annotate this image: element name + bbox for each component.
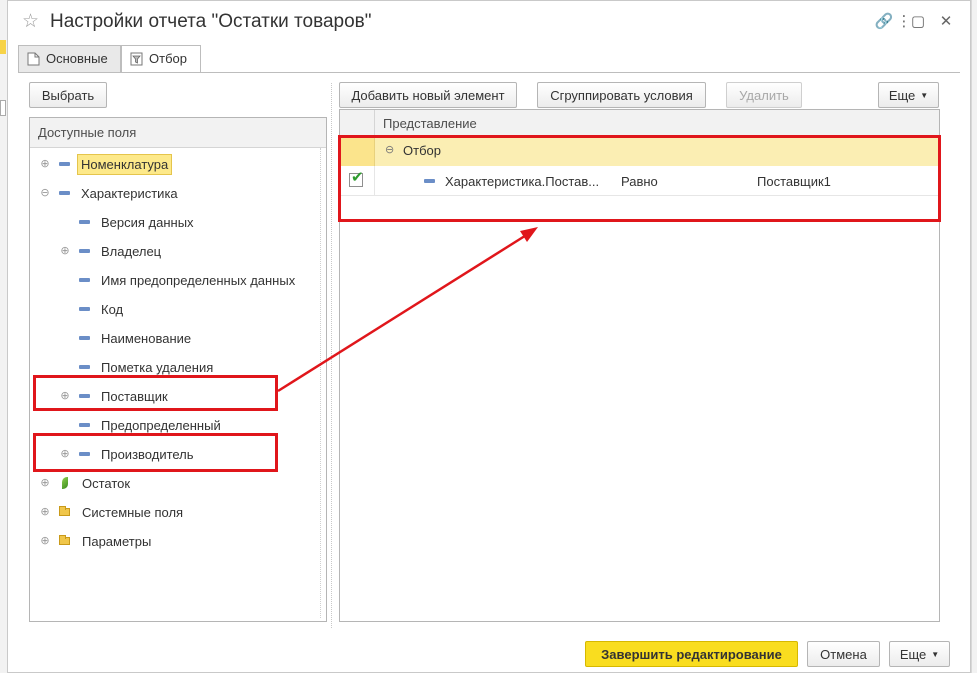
available-fields-panel: Доступные поля ⊕ Номенклатура ⊖ Характерист… [29, 117, 327, 622]
field-icon [79, 423, 90, 427]
expand-icon[interactable]: ⊕ [60, 246, 70, 257]
tree-item-label: Остаток [82, 475, 131, 491]
collapse-icon[interactable]: ⊖ [40, 188, 50, 199]
available-fields-header: Доступные поля [30, 118, 326, 148]
add-new-element-button[interactable]: Добавить новый элемент [339, 82, 517, 108]
dropdown-arrow-icon: ▼ [931, 649, 940, 659]
tree-item[interactable]: Имя предопределенных данных [60, 269, 295, 291]
dropdown-arrow-icon: ▼ [920, 90, 929, 100]
tree-item[interactable]: ⊕ Параметры [40, 530, 151, 552]
field-icon [79, 220, 90, 224]
footer-more-label: Еще [899, 646, 927, 662]
tree-item-label: Предопределенный [101, 417, 221, 433]
tree-item[interactable]: Наименование [60, 327, 191, 349]
tab-filter-label: Отбор [149, 51, 187, 66]
more-button-label: Еще [888, 87, 916, 103]
field-icon [79, 365, 90, 369]
tree-item-label: Номенклатура [77, 153, 173, 175]
tree-item[interactable]: Версия данных [60, 211, 194, 233]
scrollbar[interactable] [320, 148, 326, 618]
favorite-star-icon[interactable]: ☆ [22, 10, 39, 33]
tree-item-label: Версия данных [101, 214, 194, 230]
finish-editing-button[interactable]: Завершить редактирование [585, 641, 798, 667]
annotation-box-manufacturer [33, 433, 278, 472]
cancel-button[interactable]: Отмена [807, 641, 880, 667]
tab-main-label: Основные [46, 51, 108, 66]
folder-icon [59, 535, 70, 545]
link-icon[interactable]: 🔗 [874, 12, 894, 30]
tree-item[interactable]: ⊕ Номенклатура [40, 153, 173, 175]
tree-item-label: Параметры [82, 533, 152, 549]
field-icon [59, 191, 70, 195]
report-settings-window: ☆ Настройки отчета "Остатки товаров" 🔗 ⋮… [7, 0, 971, 673]
document-icon [27, 52, 40, 66]
tree-item[interactable]: ⊕ Владелец [60, 240, 161, 262]
window-title: Настройки отчета "Остатки товаров" [50, 11, 372, 32]
tree-item[interactable]: Код [60, 298, 123, 320]
tree-item-label: Имя предопределенных данных [101, 272, 296, 288]
tab-filter[interactable]: Отбор [121, 45, 201, 73]
resource-icon [62, 477, 68, 489]
expand-icon[interactable]: ⊕ [40, 507, 50, 518]
expand-icon[interactable]: ⊕ [40, 536, 50, 547]
field-icon [79, 336, 90, 340]
filter-grid-header: Представление [340, 110, 939, 136]
filter-icon [130, 52, 143, 66]
background-app-edge-right [971, 0, 977, 673]
annotation-box-supplier [33, 375, 278, 411]
field-icon [79, 249, 90, 253]
annotation-box-filter [338, 135, 941, 222]
footer-more-button[interactable]: Еще ▼ [889, 641, 950, 667]
close-icon[interactable]: ✕ [936, 12, 956, 30]
expand-icon[interactable]: ⊕ [40, 159, 50, 170]
tree-item-label: Наименование [101, 330, 192, 346]
select-button[interactable]: Выбрать [29, 82, 107, 108]
tree-item-label: Код [101, 301, 124, 317]
delete-button[interactable]: Удалить [726, 82, 802, 108]
group-conditions-button[interactable]: Сгруппировать условия [537, 82, 706, 108]
more-button[interactable]: Еще ▼ [878, 82, 939, 108]
folder-icon [59, 506, 70, 516]
maximize-icon[interactable]: ▢ [908, 12, 928, 30]
tree-item-label: Системные поля [82, 504, 184, 520]
field-icon [59, 162, 70, 166]
field-icon [79, 307, 90, 311]
checkbox-column-header [340, 110, 375, 136]
tree-item[interactable]: ⊕ Системные поля [40, 501, 183, 523]
tab-main[interactable]: Основные [18, 45, 121, 73]
field-icon [79, 278, 90, 282]
panel-splitter[interactable] [331, 83, 332, 628]
tree-item-label: Владелец [101, 243, 162, 259]
tree-item-label: Пометка удаления [101, 359, 214, 375]
tree-item[interactable]: ⊕ Остаток [40, 472, 130, 494]
tree-item[interactable]: ⊖ Характеристика [40, 182, 178, 204]
expand-icon[interactable]: ⊕ [40, 478, 50, 489]
title-bar: ☆ Настройки отчета "Остатки товаров" 🔗 ⋮… [8, 1, 970, 43]
representation-column-header: Представление [383, 116, 477, 131]
tree-item-label: Характеристика [81, 185, 178, 201]
